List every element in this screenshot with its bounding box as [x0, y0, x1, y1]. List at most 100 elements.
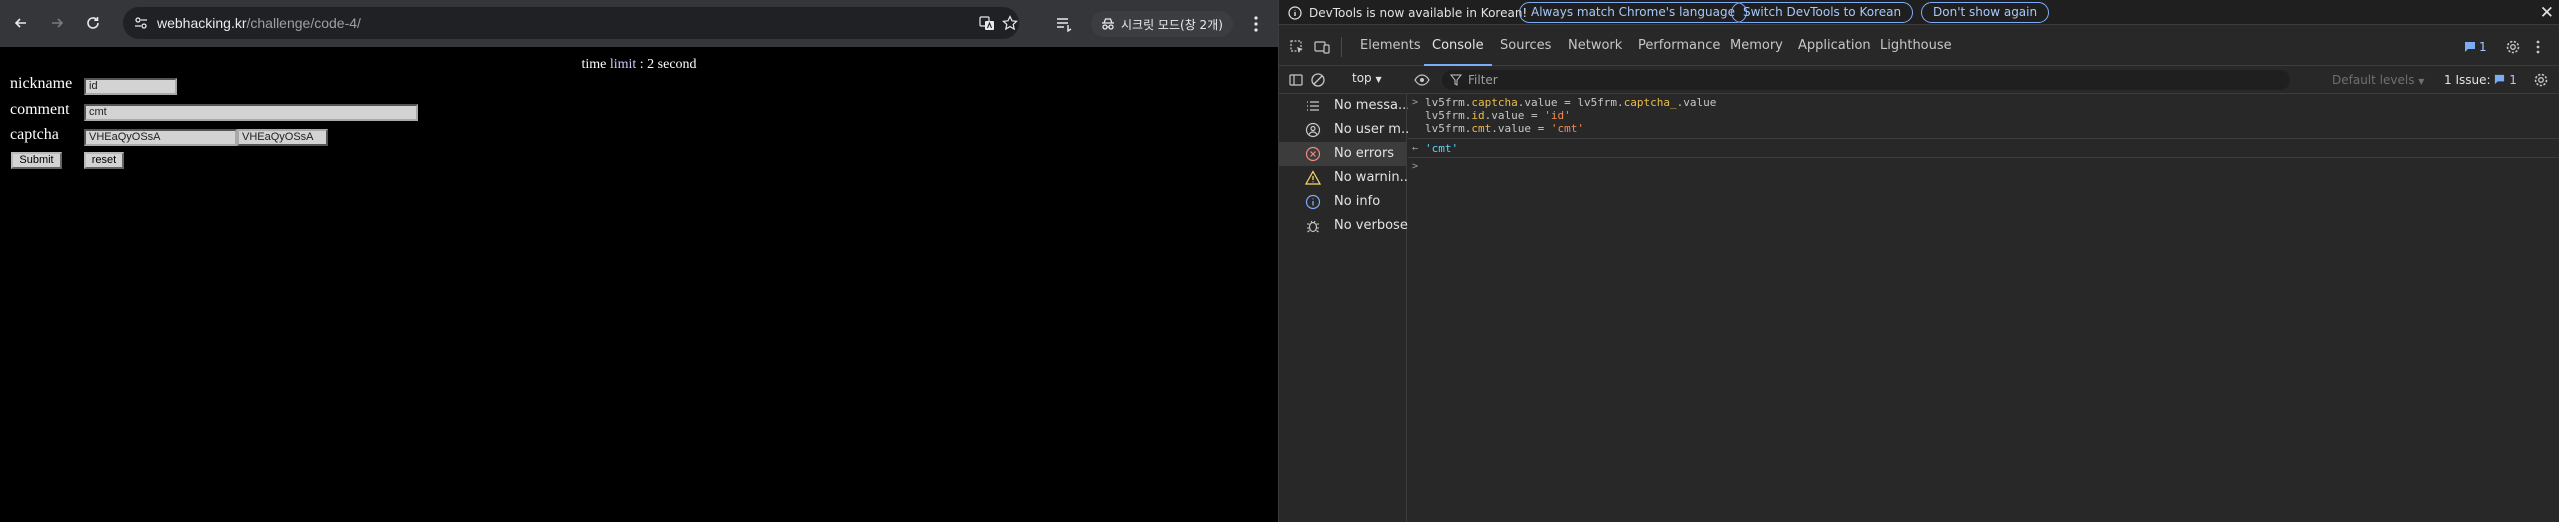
sidebar-item-label: No messa... — [1334, 98, 1411, 113]
code-token: id — [1471, 109, 1485, 122]
tab-application[interactable]: Application — [1798, 26, 1871, 66]
info-icon — [1305, 194, 1321, 210]
bookmark-star-icon[interactable] — [1002, 15, 1018, 31]
console-input-line: lv5frm.cmt.value = 'cmt' — [1425, 122, 1584, 135]
divider — [1408, 138, 2559, 139]
tab-elements[interactable]: Elements — [1360, 26, 1421, 66]
code-token: .value = — [1491, 122, 1551, 135]
issues-counter[interactable]: 1 Issue: 1 — [2444, 73, 2517, 87]
filter-input[interactable]: Filter — [1442, 70, 2290, 90]
time-limit-prefix: time — [581, 57, 610, 72]
issues-count-value: 1 — [2509, 73, 2517, 87]
console-input-line: lv5frm.captcha.value = lv5frm.captcha_.v… — [1425, 96, 1716, 109]
captcha-label: captcha — [10, 126, 59, 143]
code-token: .value — [1676, 96, 1717, 109]
tab-performance[interactable]: Performance — [1638, 26, 1720, 66]
sidebar-item-warnings[interactable]: No warnin... — [1279, 166, 1412, 190]
url-host: webhacking.kr — [157, 15, 247, 31]
back-arrow-icon — [14, 18, 26, 28]
sidebar-item-label: No user m... — [1334, 122, 1414, 137]
sidebar-item-verbose[interactable]: No verbose — [1279, 214, 1408, 238]
bug-icon — [1307, 220, 1319, 233]
reload-icon — [87, 17, 99, 29]
forward-button[interactable] — [45, 11, 69, 35]
console-input-line: lv5frm.id.value = 'id' — [1425, 109, 1571, 122]
info-icon — [1288, 6, 1302, 20]
settings-gear-icon[interactable] — [2505, 39, 2521, 55]
tab-memory[interactable]: Memory — [1730, 26, 1783, 66]
code-token: cmt — [1471, 122, 1492, 135]
back-button[interactable] — [9, 11, 33, 35]
warning-icon — [1305, 170, 1321, 185]
issue-message-icon — [2495, 74, 2505, 85]
code-token: captcha — [1471, 96, 1518, 109]
console-settings-gear-icon[interactable] — [2533, 72, 2549, 88]
log-levels-select[interactable]: Default levels ▼ — [2332, 73, 2424, 87]
devtools-panel: DevTools is now available in Korean! Alw… — [1278, 0, 2559, 522]
reset-button[interactable]: reset — [84, 152, 124, 169]
sidebar-item-info[interactable]: No info — [1279, 190, 1406, 214]
forward-arrow-icon — [52, 18, 64, 28]
incognito-icon — [1102, 18, 1114, 30]
code-token: lv5frm. — [1425, 96, 1472, 109]
switch-to-korean-button[interactable]: Switch DevTools to Korean — [1731, 2, 1914, 23]
media-queue-icon[interactable] — [1055, 15, 1073, 33]
time-limit-word: limit — [609, 57, 637, 72]
nickname-input[interactable]: id — [84, 78, 177, 95]
captcha-display: VHEaQyOSsA — [237, 129, 328, 146]
url-text[interactable]: webhacking.kr/challenge/code-4/ — [157, 15, 361, 31]
device-toolbar-icon[interactable] — [1314, 39, 1330, 55]
clear-console-icon[interactable] — [1310, 72, 1326, 88]
sidebar-item-label: No verbose — [1334, 218, 1408, 233]
reload-button[interactable] — [81, 11, 105, 35]
url-path: /challenge/code-4/ — [246, 15, 361, 31]
sidebar-item-messages[interactable]: No messa... — [1279, 94, 1410, 118]
site-info-icon[interactable] — [133, 15, 149, 31]
code-token: 'id' — [1544, 109, 1571, 122]
browser-window: webhacking.kr/challenge/code-4/ 시크릿 모드(창… — [0, 0, 1278, 522]
live-expression-eye-icon[interactable] — [1414, 72, 1430, 88]
console-prompt-input[interactable] — [1425, 160, 2545, 174]
code-token: captcha_ — [1623, 96, 1677, 109]
comment-input[interactable]: cmt — [84, 104, 418, 121]
always-match-language-button[interactable]: Always match Chrome's language — [1519, 2, 1747, 23]
inspect-element-icon[interactable] — [1289, 39, 1305, 55]
sidebar-item-label: No errors — [1334, 146, 1395, 161]
captcha-input[interactable]: VHEaQyOSsA — [84, 129, 237, 146]
console-sidebar: No messa... No user m... No errors No wa… — [1279, 94, 1413, 522]
chrome-menu-icon[interactable] — [1246, 14, 1266, 34]
tab-sources[interactable]: Sources — [1500, 26, 1551, 66]
translate-icon[interactable] — [979, 15, 995, 31]
incognito-label: 시크릿 모드(창 2개) — [1121, 17, 1223, 32]
context-select[interactable]: top ▼ — [1346, 71, 1388, 89]
nickname-label: nickname — [10, 75, 73, 92]
sidebar-item-errors[interactable]: No errors — [1279, 142, 1406, 166]
submit-button[interactable]: Submit — [11, 152, 62, 169]
console-output[interactable]: > lv5frm.captcha.value = lv5frm.captcha_… — [1408, 94, 2559, 522]
chevron-down-icon: ▼ — [1375, 75, 1382, 84]
close-icon[interactable]: ✕ — [2540, 3, 2554, 23]
browser-toolbar: webhacking.kr/challenge/code-4/ 시크릿 모드(창… — [0, 0, 1278, 47]
tab-lighthouse[interactable]: Lighthouse — [1880, 26, 1952, 66]
tab-network[interactable]: Network — [1568, 26, 1622, 66]
filter-placeholder: Filter — [1468, 73, 1498, 87]
more-options-icon[interactable] — [2530, 39, 2546, 55]
time-limit-suffix: : 2 second — [636, 57, 697, 72]
devtools-tabbar: Elements Console Sources Network Perform… — [1279, 26, 2559, 66]
issues-badge[interactable]: 1 — [2464, 39, 2487, 54]
error-icon — [1305, 146, 1321, 162]
dont-show-again-button[interactable]: Don't show again — [1921, 2, 2050, 23]
issue-message-icon — [2465, 41, 2475, 52]
tab-console[interactable]: Console — [1424, 26, 1492, 66]
filter-funnel-icon — [1450, 74, 1462, 86]
address-bar[interactable]: webhacking.kr/challenge/code-4/ — [123, 7, 1019, 39]
sidebar-toggle-icon[interactable] — [1288, 72, 1304, 88]
page-content: time limit : 2 second nickname id commen… — [0, 47, 1278, 522]
divider — [1408, 157, 2559, 158]
code-token: lv5frm. — [1425, 109, 1472, 122]
sidebar-item-label: No warnin... — [1334, 170, 1413, 185]
console-filterbar: top ▼ Filter Default levels ▼ 1 Issue: 1 — [1279, 66, 2559, 94]
sidebar-item-user-messages[interactable]: No user m... — [1279, 118, 1413, 142]
comment-label: comment — [10, 101, 70, 118]
incognito-indicator[interactable]: 시크릿 모드(창 2개) — [1091, 11, 1233, 37]
